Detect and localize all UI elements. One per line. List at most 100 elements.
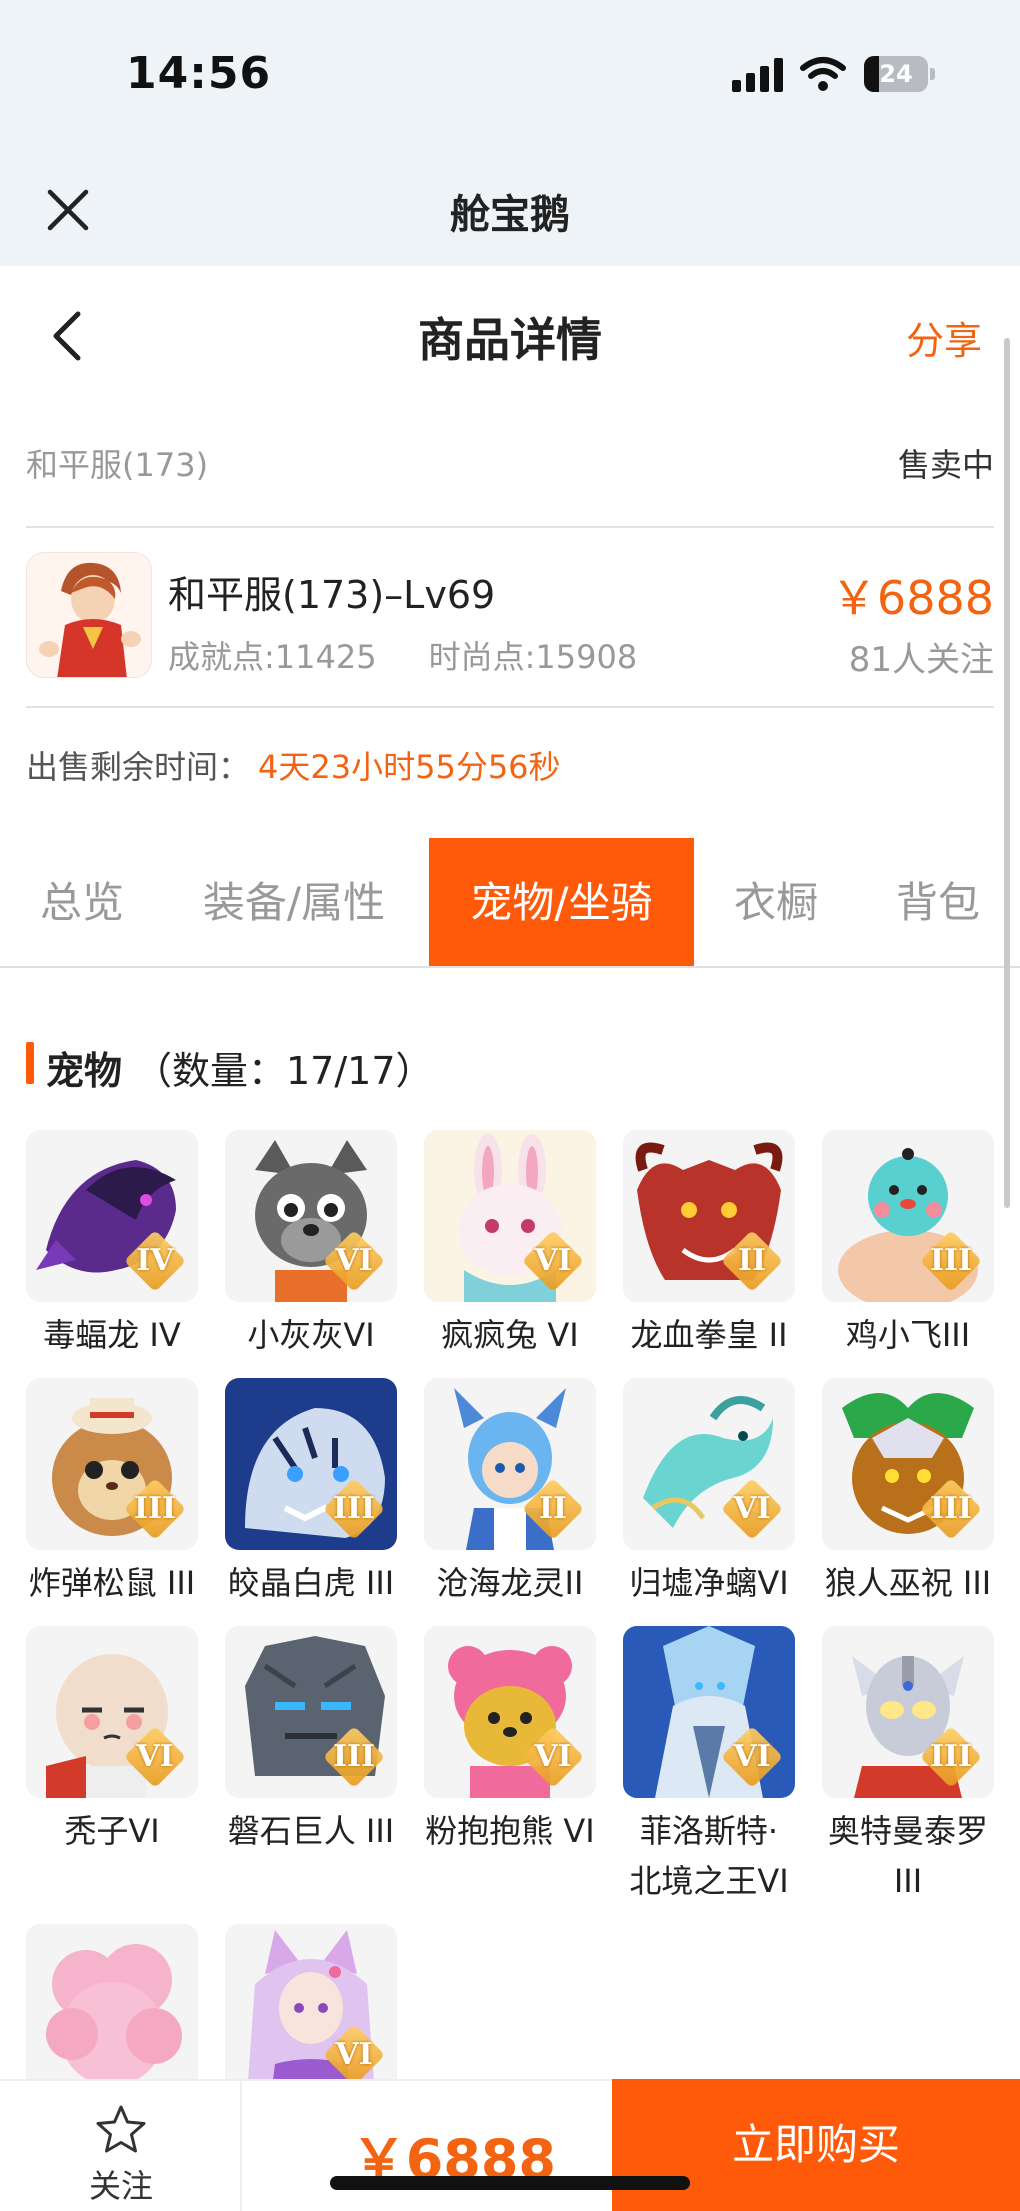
pet-card[interactable]: III 磐石巨人 III [225, 1626, 403, 1866]
server-name: 和平服(173) [26, 446, 209, 484]
pet-thumbnail: IV [26, 1130, 198, 1302]
rank-text: IV [136, 1243, 174, 1278]
status-time: 14:56 [126, 48, 272, 99]
pet-card[interactable]: III 皎晶白虎 III [225, 1378, 403, 1618]
pet-card[interactable]: VI 菲洛斯特· 北境之王VI [623, 1626, 801, 1900]
follow-button[interactable]: 关注 [0, 2079, 242, 2211]
pet-thumbnail: VI [623, 1626, 795, 1798]
rank-badge: VI [322, 1229, 386, 1293]
pet-card[interactable]: II 沧海龙灵II [424, 1378, 602, 1618]
pet-thumbnail: III [225, 1378, 397, 1550]
rank-badge: III [322, 1477, 386, 1541]
pet-label-line: 奥特曼泰罗 [827, 1812, 988, 1850]
star-icon [96, 2105, 146, 2153]
item-stats: 成就点:11425 时尚点:15908 [168, 632, 637, 678]
rank-badge: III [919, 1229, 983, 1293]
rank-badge: IV [123, 1229, 187, 1293]
battery-level: 24 [879, 60, 913, 88]
cellular-signal-icon [732, 58, 784, 92]
pet-thumbnail: VI [26, 1626, 198, 1798]
mini-app-title: 舱宝鹅 [450, 192, 570, 238]
rank-badge: VI [720, 1477, 784, 1541]
section-count: （数量：17/17） [134, 1049, 434, 1093]
rank-badge: VI [521, 1229, 585, 1293]
tab-backpack[interactable]: 背包 [870, 838, 1006, 968]
item-card: 和平服(173)–Lv69 成就点:11425 时尚点:15908 ￥6888 8… [26, 552, 994, 682]
pet-card[interactable]: III 鸡小飞III [822, 1130, 1000, 1370]
pet-card[interactable]: III 炸弹松鼠 III [26, 1378, 204, 1618]
pet-card[interactable]: VI 小灰灰VI [225, 1130, 403, 1370]
pet-label: 龙血拳皇 II [630, 1316, 788, 1354]
wifi-icon [800, 57, 846, 91]
pet-card[interactable]: III 狼人巫祝 III [822, 1378, 1000, 1618]
rank-badge: III [919, 1477, 983, 1541]
buy-now-button[interactable]: 立即购买 [612, 2079, 1020, 2211]
scrollbar[interactable] [1004, 338, 1010, 1208]
home-indicator [330, 2176, 690, 2190]
pet-label-line: 北境之王VI [629, 1862, 789, 1900]
rank-text: VI [335, 2037, 373, 2072]
page-header: 商品详情 分享 [0, 266, 1020, 406]
rank-badge: VI [720, 1725, 784, 1789]
pet-label: 秃子VI [64, 1812, 160, 1850]
rank-badge: III [123, 1477, 187, 1541]
rank-text: II [538, 1491, 568, 1526]
remaining-time-value: 4天23小时55分56秒 [258, 748, 561, 786]
pet-label-line: 菲洛斯特· [639, 1812, 779, 1850]
rank-badge: VI [521, 1725, 585, 1789]
pet-label: 磐石巨人 III [227, 1812, 395, 1850]
rank-badge: VI [123, 1725, 187, 1789]
pet-thumbnail: VI [225, 1130, 397, 1302]
pet-card[interactable]: III 奥特曼泰罗 III [822, 1626, 1000, 1900]
pet-thumbnail: VI [424, 1130, 596, 1302]
pet-card[interactable]: VI 归墟净螭VI [623, 1378, 801, 1618]
pet-card[interactable]: II 龙血拳皇 II [623, 1130, 801, 1370]
pink-fluff-icon [26, 1924, 198, 2096]
tabs-divider [0, 966, 1020, 968]
pet-card[interactable]: IV 毒蝠龙 IV [26, 1130, 204, 1370]
pet-label: 皎晶白虎 III [227, 1564, 395, 1602]
rank-text: VI [534, 1739, 572, 1774]
rank-text: III [133, 1491, 177, 1526]
bottom-action-bar: 关注 ￥6888 立即购买 [0, 2079, 1020, 2211]
rank-text: III [332, 1491, 376, 1526]
pet-thumbnail: III [822, 1378, 994, 1550]
detail-tabs: 总览 装备/属性 宠物/坐骑 衣橱 背包 [0, 838, 1020, 968]
pet-label: 沧海龙灵II [436, 1564, 584, 1602]
pet-label: 狼人巫祝 III [824, 1564, 992, 1602]
rank-badge: II [720, 1229, 784, 1293]
tab-overview[interactable]: 总览 [12, 838, 152, 968]
item-price: ￥6888 [830, 571, 994, 625]
rank-badge: VI [322, 2023, 386, 2087]
pet-thumbnail: VI [623, 1378, 795, 1550]
tab-wardrobe[interactable]: 衣橱 [708, 838, 844, 968]
sale-status: 售卖中 [897, 446, 994, 484]
pet-label: 奥特曼泰罗 III [808, 1806, 1008, 1906]
pet-thumbnail: III [822, 1130, 994, 1302]
page-title: 商品详情 [418, 313, 602, 367]
remaining-time-label: 出售剩余时间： [26, 748, 251, 786]
rank-text: III [929, 1491, 973, 1526]
tab-pets-mounts[interactable]: 宠物/坐骑 [429, 838, 694, 968]
rank-text: VI [534, 1243, 572, 1278]
pet-thumbnail: II [424, 1378, 596, 1550]
pet-thumbnail: VI [424, 1626, 596, 1798]
battery-icon: 24 [864, 56, 935, 92]
pet-thumbnail: III [225, 1626, 397, 1798]
pet-card[interactable]: VI 粉抱抱熊 VI [424, 1626, 602, 1866]
rank-text: III [929, 1243, 973, 1278]
pet-card[interactable]: VI 秃子VI [26, 1626, 204, 1866]
pet-label: 鸡小飞III [845, 1316, 971, 1354]
pet-label-line: III [893, 1862, 923, 1900]
section-accent-bar [26, 1042, 34, 1084]
rank-badge: III [919, 1725, 983, 1789]
pet-label: 小灰灰VI [247, 1316, 375, 1354]
pet-card[interactable]: VI 疯疯兔 VI [424, 1130, 602, 1370]
listing-status-row: 和平服(173) 售卖中 [26, 440, 994, 500]
remaining-time-row: 出售剩余时间： 4天23小时55分56秒 [26, 742, 561, 788]
divider [26, 706, 994, 708]
tab-equipment[interactable]: 装备/属性 [174, 838, 414, 968]
rank-text: VI [335, 1243, 373, 1278]
share-button[interactable]: 分享 [906, 310, 982, 365]
section-title: 宠物 [46, 1049, 123, 1093]
